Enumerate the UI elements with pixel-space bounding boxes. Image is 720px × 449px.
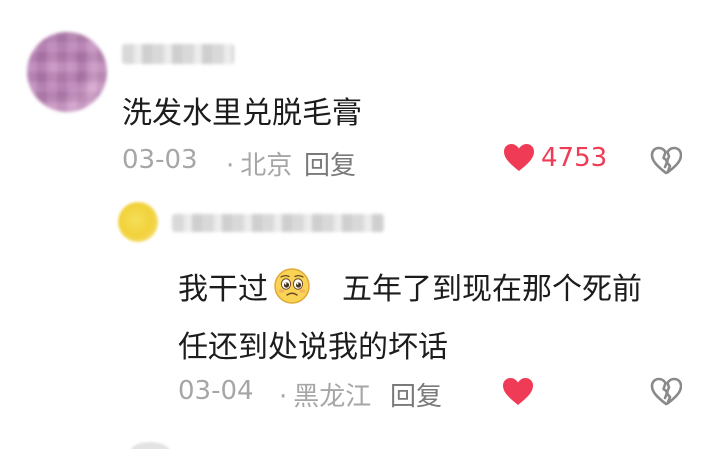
reply-text-segment: 五年了到现在那个死前 (342, 272, 642, 307)
broken-heart-icon[interactable] (650, 146, 682, 176)
heart-icon (504, 144, 534, 171)
reply-text-line-2: 任还到处说我的坏话 (178, 330, 448, 365)
comment-section: 洗发水里兑脱毛膏 03-03 · 北京 回复 4753 我干过 五年了到现在那个… (0, 0, 720, 449)
heart-icon (503, 378, 533, 405)
separator-dot: · (279, 382, 288, 412)
reply-location-text: 黑龙江 (293, 382, 372, 412)
like-button[interactable] (502, 377, 534, 407)
replier-name-blurred[interactable] (172, 214, 384, 232)
reply-button[interactable]: 回复 (390, 376, 442, 413)
commenter-name-blurred[interactable] (122, 44, 234, 64)
broken-heart-icon[interactable] (650, 377, 682, 407)
separator-dot: · (226, 151, 235, 181)
reply-button[interactable]: 回复 (304, 145, 356, 182)
pleading-face-emoji-icon (274, 268, 310, 304)
reply-date: 03-04 (178, 376, 254, 406)
like-count: 4753 (541, 143, 608, 173)
next-avatar-partial (130, 442, 170, 449)
replier-avatar[interactable] (118, 202, 158, 242)
comment-location-text: 北京 (240, 151, 293, 181)
commenter-avatar[interactable] (27, 32, 107, 112)
reply-text-line-1: 我干过 五年了到现在那个死前 (178, 264, 642, 308)
like-button[interactable]: 4753 (503, 143, 607, 173)
reply-text-segment: 我干过 (178, 272, 268, 307)
comment-date: 03-03 (122, 145, 198, 175)
comment-location: · 北京 (220, 145, 292, 182)
reply-location: · 黑龙江 (273, 376, 371, 413)
comment-text: 洗发水里兑脱毛膏 (122, 96, 362, 131)
